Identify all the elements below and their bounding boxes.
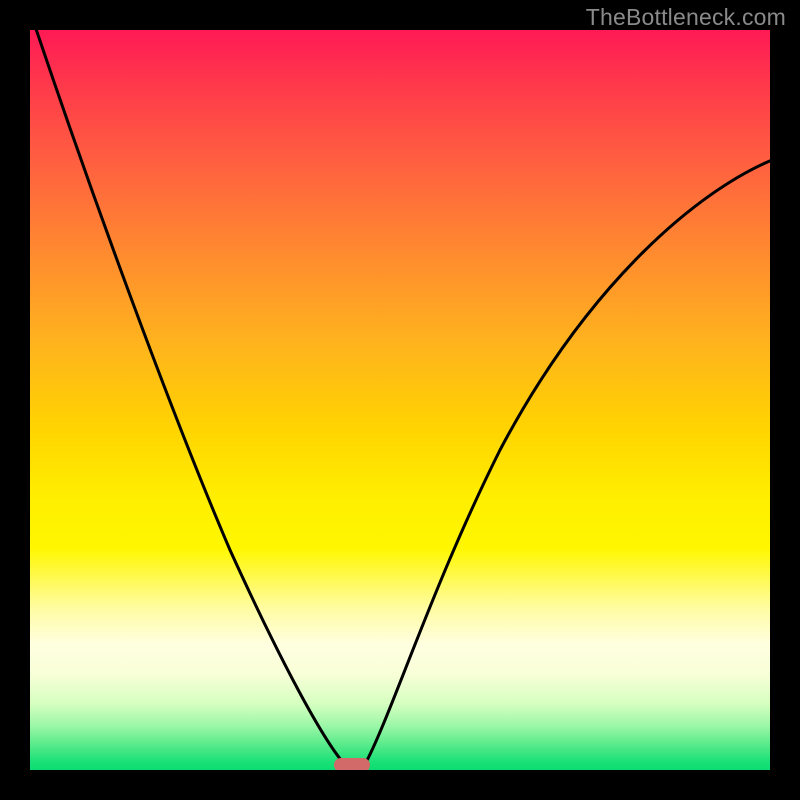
curve-left <box>33 30 348 768</box>
watermark-text: TheBottleneck.com <box>586 4 786 31</box>
chart-frame: TheBottleneck.com <box>0 0 800 800</box>
curve-right <box>363 160 770 768</box>
bottleneck-marker <box>334 758 370 770</box>
plot-area <box>30 30 770 770</box>
curve-layer <box>30 30 770 770</box>
